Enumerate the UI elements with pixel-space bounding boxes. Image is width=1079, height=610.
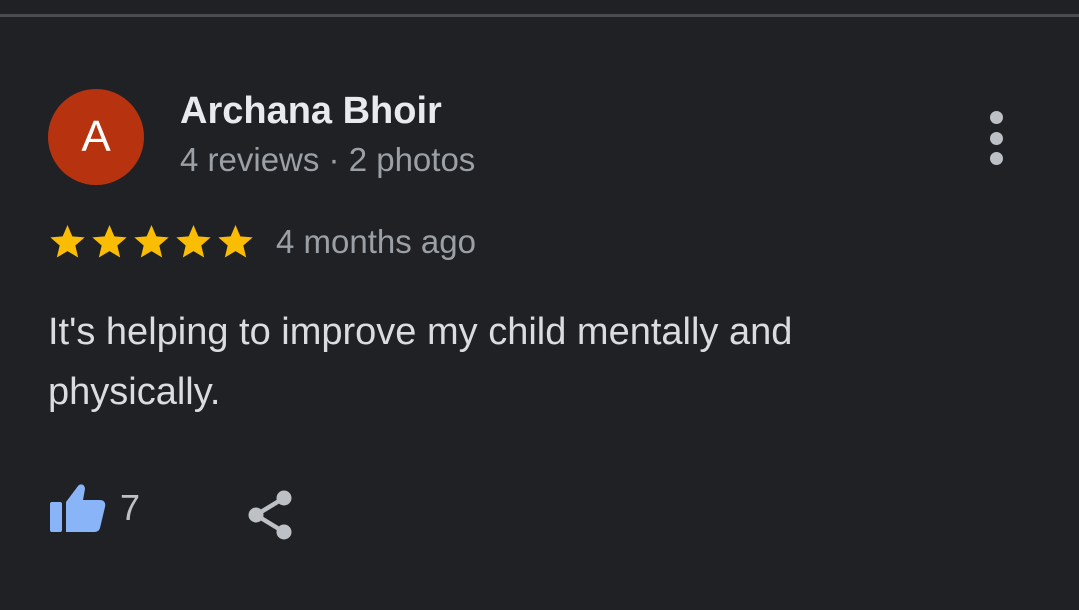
top-divider [0,14,1079,17]
star-icon [131,222,172,262]
review-card: A Archana Bhoir 4 reviews · 2 photos 4 m… [0,0,1079,610]
more-vert-icon-dot [989,152,1003,165]
avatar[interactable]: A [48,89,144,185]
more-vert-icon-dot [989,131,1003,145]
like-count: 7 [120,487,141,528]
review-text: It's helping to improve my child mentall… [48,311,793,413]
star-icon [215,222,256,262]
star-rating [47,222,256,262]
star-icon [47,222,88,262]
review-time: 4 months ago [276,223,476,260]
star-icon [89,222,130,262]
more-options-button[interactable] [978,108,1014,168]
star-icon [173,222,214,262]
share-button[interactable] [244,489,296,541]
reviewer-meta: 4 reviews · 2 photos [180,141,476,178]
more-vert-icon [989,111,1003,124]
reviewer-name[interactable]: Archana Bhoir [180,88,442,134]
thumb-up-icon [48,482,106,534]
avatar-letter: A [81,112,111,161]
like-button[interactable]: 7 [48,482,140,534]
share-icon [248,490,292,540]
